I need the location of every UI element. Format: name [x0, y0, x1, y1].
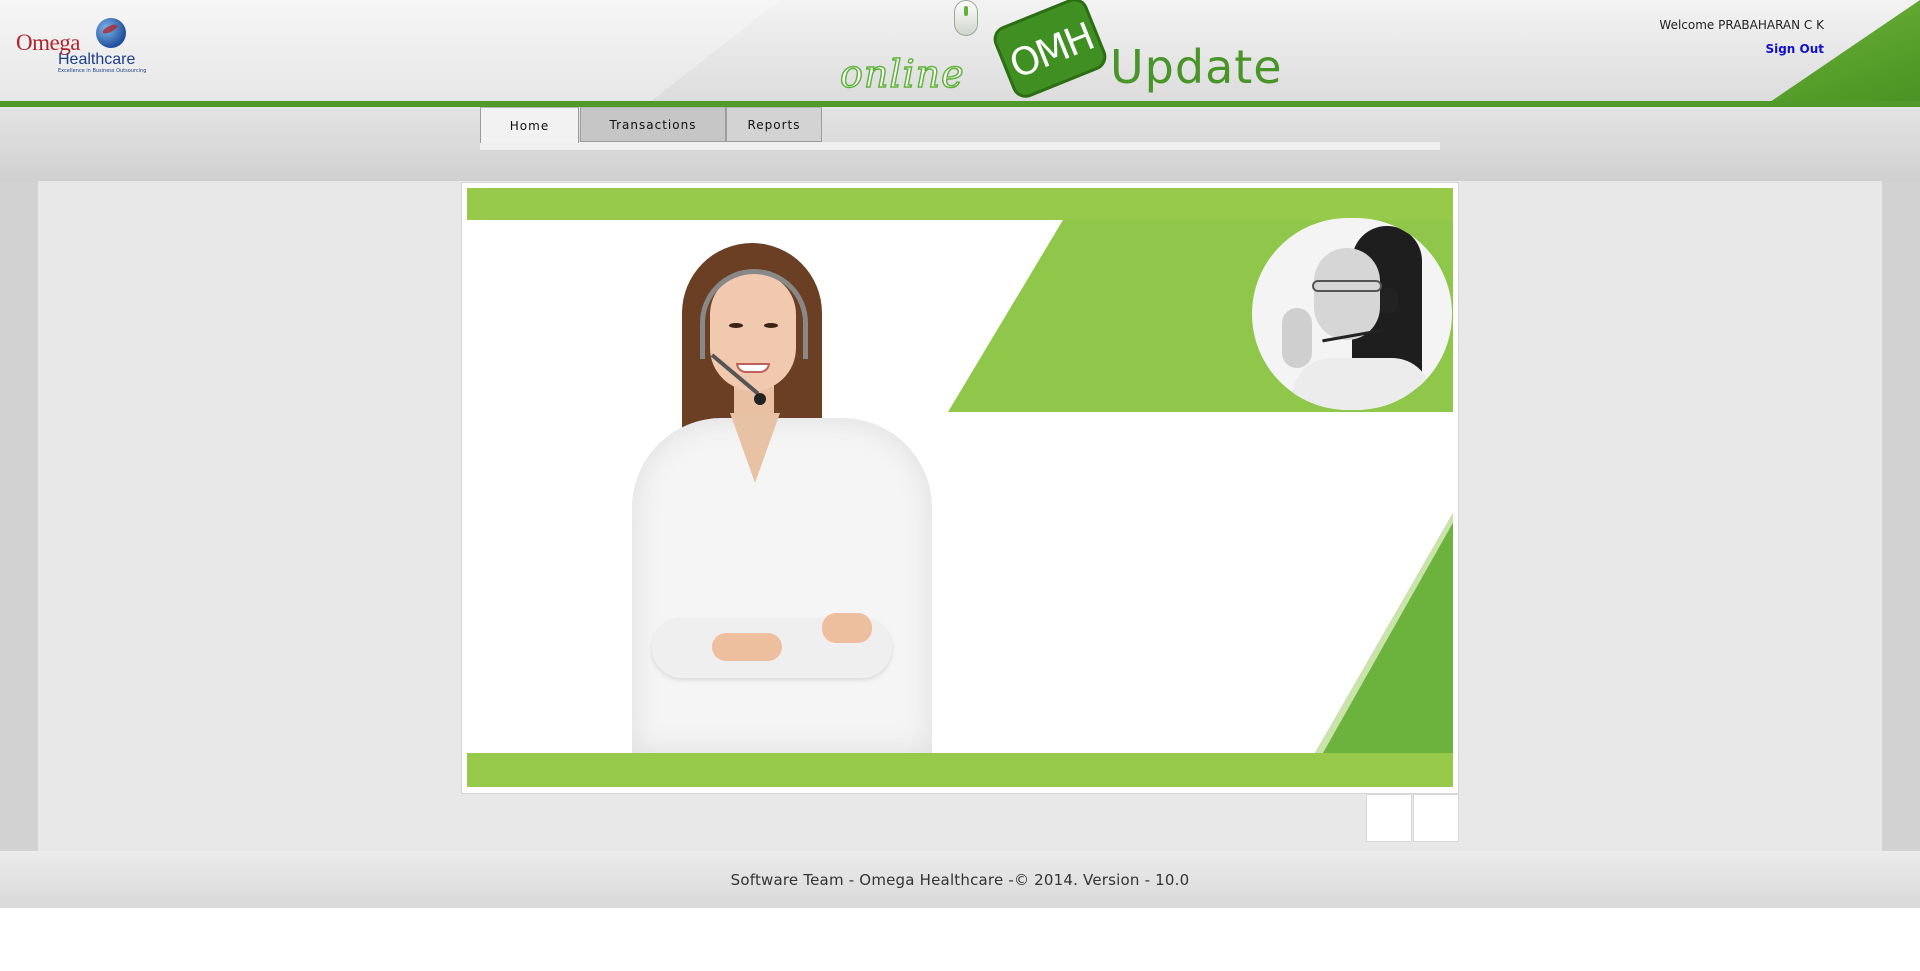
- mouse-icon: [954, 0, 978, 36]
- app-brand-logo: online OMH Update: [838, 0, 1282, 102]
- welcome-user-text: Welcome PRABAHARAN C K: [1659, 18, 1824, 32]
- globe-icon: [96, 18, 126, 48]
- agent-shirt: [632, 418, 932, 753]
- banner-top-bar: [467, 188, 1453, 220]
- logo-word-healthcare: Healthcare: [58, 51, 136, 68]
- agent-smile: [736, 363, 770, 373]
- logo-tagline: Excellence in Business Outsourcing: [58, 68, 147, 74]
- company-logo: Omega Healthcare Excellence in Business …: [16, 18, 146, 78]
- headset-agent-circle-photo: [1252, 218, 1452, 410]
- tab-transactions[interactable]: Transactions: [580, 107, 726, 142]
- home-banner: [461, 182, 1459, 794]
- microphone-icon: [754, 393, 766, 405]
- tab-reports[interactable]: Reports: [726, 107, 822, 142]
- headset-icon: [1380, 288, 1398, 314]
- sign-out-link[interactable]: Sign Out: [1765, 42, 1824, 56]
- banner-next-button[interactable]: [1413, 794, 1459, 842]
- footer: Software Team - Omega Healthcare -© 2014…: [0, 851, 1920, 908]
- tab-home[interactable]: Home: [480, 107, 579, 143]
- agent-hand-right: [822, 613, 872, 643]
- footer-copyright: Software Team - Omega Healthcare -© 2014…: [730, 870, 1190, 889]
- page-bottom-blank: [0, 908, 1920, 971]
- agent-hand-left: [712, 633, 782, 661]
- brand-badge-text: OMH: [1003, 14, 1099, 88]
- brand-update-text: Update: [1110, 40, 1283, 94]
- agent2-body: [1292, 358, 1432, 410]
- header: Omega Healthcare Excellence in Business …: [0, 0, 1920, 108]
- nav-tabs: Home Transactions Reports: [480, 107, 1440, 149]
- agent2-hand: [1282, 308, 1312, 368]
- agent2-face: [1314, 248, 1380, 340]
- banner-bottom-bar: [467, 753, 1453, 787]
- glasses-icon: [1312, 280, 1382, 292]
- brand-badge: OMH: [989, 0, 1111, 102]
- headset-agent-photo: [612, 233, 932, 753]
- banner-prev-button[interactable]: [1366, 794, 1412, 842]
- brand-online-text: online: [839, 51, 965, 97]
